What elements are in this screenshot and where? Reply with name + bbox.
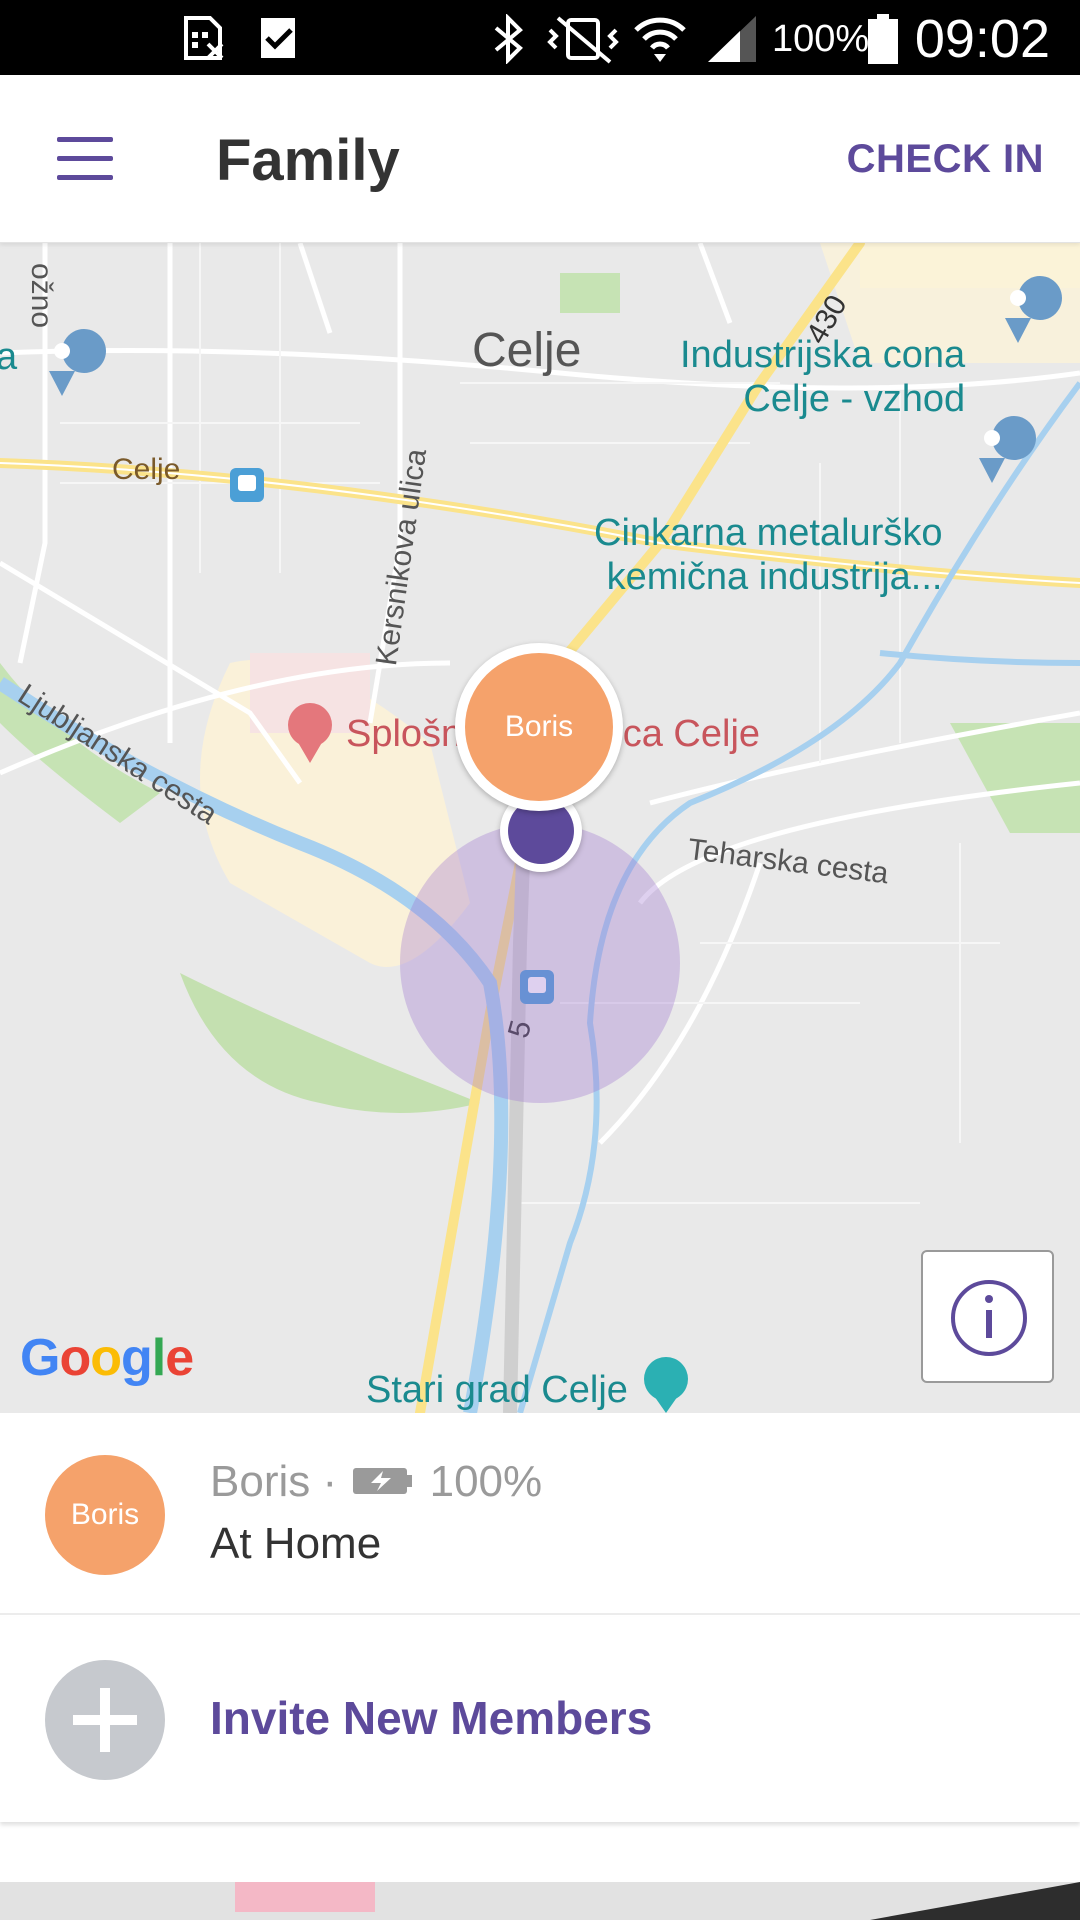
avatar: Boris bbox=[45, 1455, 165, 1575]
bluetooth-icon bbox=[494, 14, 523, 64]
battery-percent: 100% bbox=[772, 18, 870, 60]
member-status: At Home bbox=[210, 1519, 382, 1568]
info-icon bbox=[951, 1280, 1027, 1356]
status-bar: 100% 09:02 bbox=[0, 0, 1080, 75]
vibrate-icon bbox=[547, 16, 619, 64]
member-name: Boris bbox=[210, 1457, 311, 1506]
clock: 09:02 bbox=[914, 9, 1050, 69]
page-title: Family bbox=[216, 128, 400, 193]
member-info-line: Boris · 100% bbox=[210, 1457, 542, 1507]
map-label-city: Celje bbox=[472, 324, 582, 377]
check-in-button[interactable]: CHECK IN bbox=[847, 137, 1044, 182]
member-map-marker-label: Boris bbox=[465, 653, 613, 801]
sim-missing-icon bbox=[184, 16, 224, 60]
map-info-button[interactable] bbox=[921, 1250, 1054, 1383]
menu-icon[interactable] bbox=[40, 125, 130, 195]
invite-members-row[interactable]: Invite New Members bbox=[0, 1617, 1080, 1822]
map-label-cinkarna: Cinkarna metalurško kemična industrija..… bbox=[594, 512, 943, 598]
signal-icon bbox=[708, 16, 756, 62]
map-label-left-edge-poi: a bbox=[0, 336, 18, 378]
battery-charging-icon bbox=[353, 1468, 413, 1495]
map-label-stari-grad: Stari grad Celje bbox=[366, 1369, 628, 1411]
bottom-banner-image bbox=[0, 1882, 1080, 1920]
wifi-icon bbox=[634, 17, 686, 62]
separator: · bbox=[322, 1457, 338, 1506]
task-done-icon bbox=[261, 18, 295, 58]
google-logo: Google bbox=[20, 1329, 194, 1387]
member-battery: 100% bbox=[429, 1457, 543, 1506]
invite-members-label: Invite New Members bbox=[210, 1692, 653, 1744]
member-map-marker[interactable]: Boris bbox=[455, 643, 623, 811]
map-label-industrijska: Industrijska cona Celje - vzhod bbox=[680, 334, 966, 420]
plus-icon bbox=[45, 1660, 165, 1780]
map-label-left-edge: ožno bbox=[25, 263, 58, 329]
app-bar: Family CHECK IN bbox=[0, 75, 1080, 243]
map-view[interactable]: ožno a Celje Celje Kersnikova ulica Ljub… bbox=[0, 243, 1080, 1413]
battery-icon bbox=[868, 14, 898, 64]
member-row[interactable]: Boris Boris · 100% At Home bbox=[0, 1413, 1080, 1615]
map-label-road-celje: Celje bbox=[112, 453, 181, 486]
